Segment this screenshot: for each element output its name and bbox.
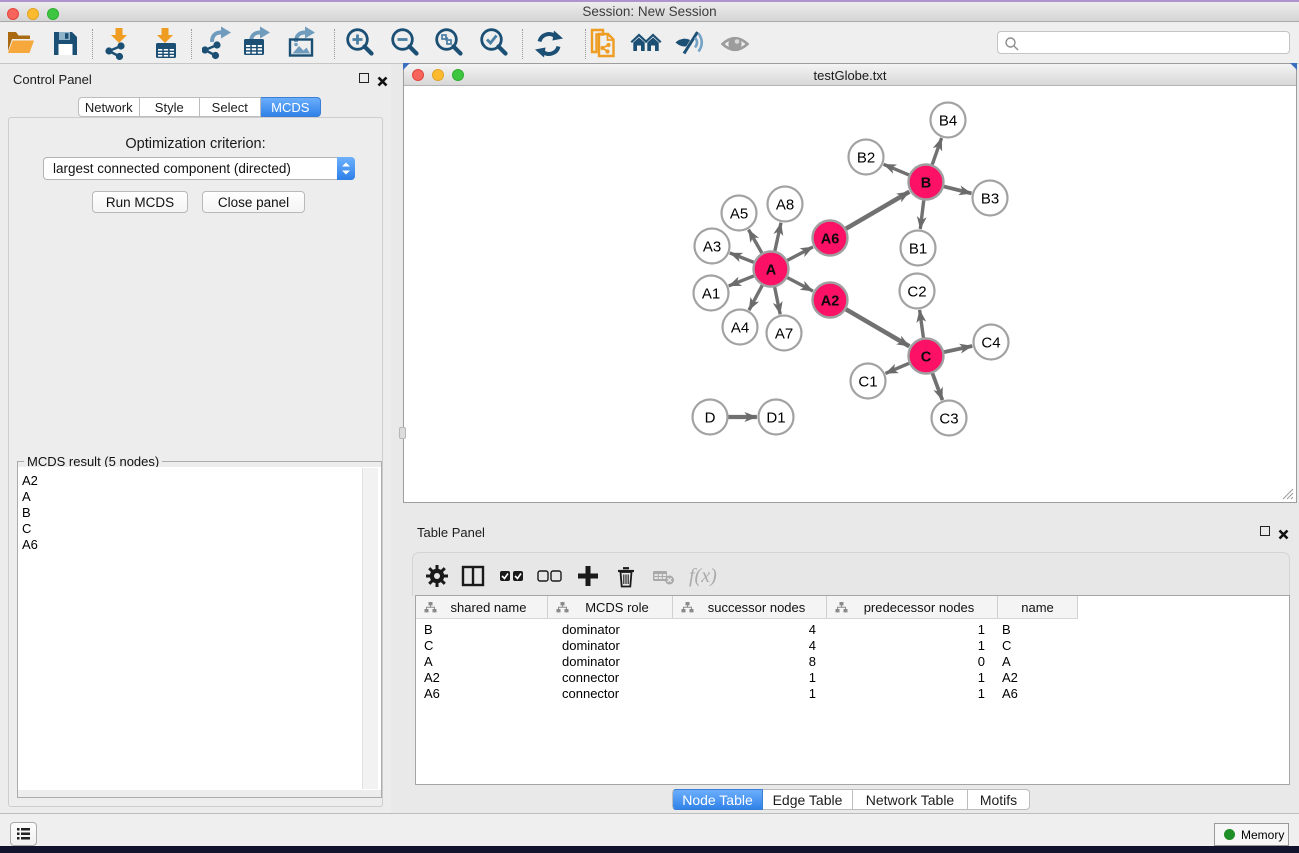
svg-text:A3: A3 <box>703 239 721 256</box>
svg-text:B1: B1 <box>909 241 927 258</box>
svg-text:C: C <box>921 350 932 366</box>
svg-text:D1: D1 <box>766 410 785 427</box>
svg-text:C1: C1 <box>858 374 877 391</box>
svg-text:A8: A8 <box>776 197 794 214</box>
svg-text:A4: A4 <box>731 320 749 337</box>
svg-text:B4: B4 <box>939 113 957 130</box>
svg-text:A6: A6 <box>821 232 840 248</box>
svg-text:C2: C2 <box>907 284 926 301</box>
svg-text:A5: A5 <box>730 206 748 223</box>
svg-text:B: B <box>921 176 931 192</box>
svg-text:C4: C4 <box>981 335 1000 352</box>
svg-text:A1: A1 <box>702 286 720 303</box>
svg-text:C3: C3 <box>939 411 958 428</box>
svg-text:B3: B3 <box>981 191 999 208</box>
svg-text:A2: A2 <box>821 294 840 310</box>
svg-text:B2: B2 <box>857 150 875 167</box>
svg-text:D: D <box>705 410 716 427</box>
svg-text:A: A <box>766 263 777 279</box>
svg-text:A7: A7 <box>775 326 793 343</box>
